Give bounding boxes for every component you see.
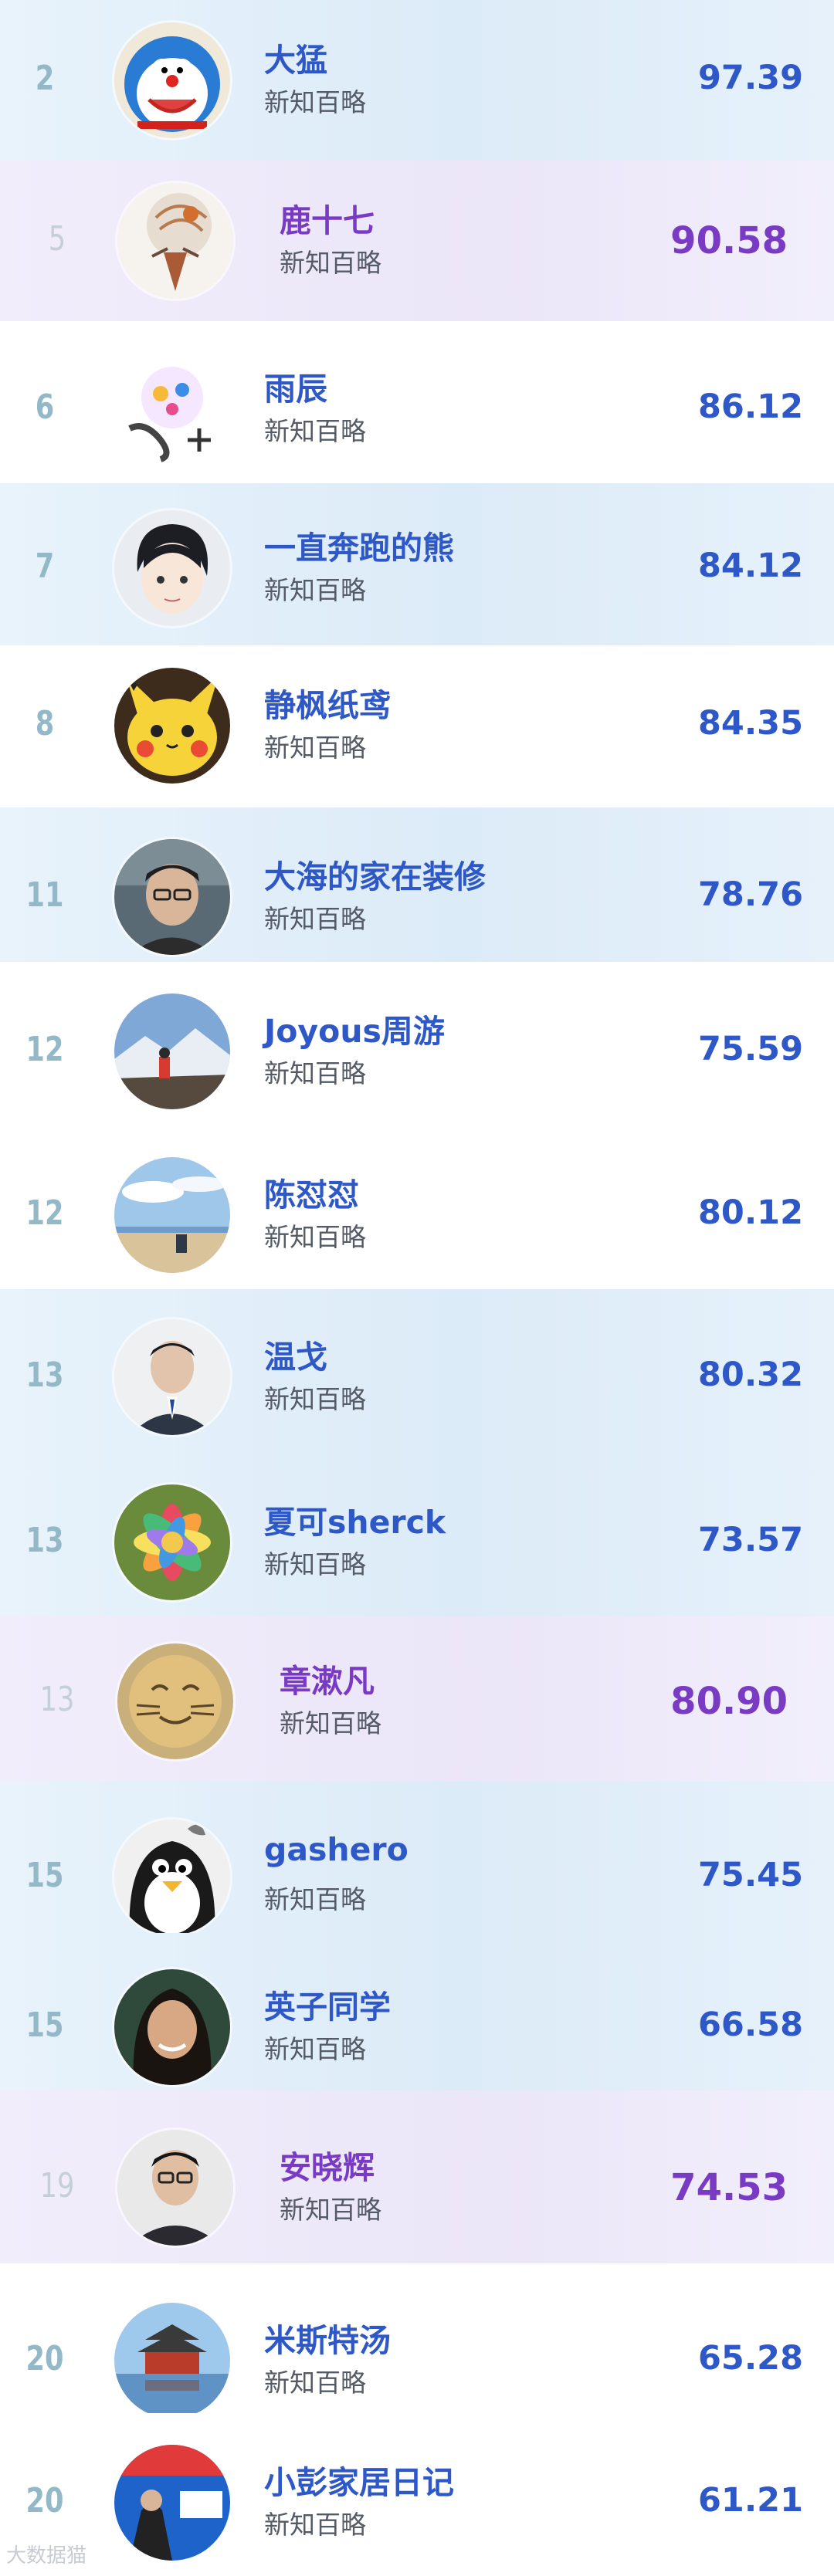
user-name[interactable]: 夏可sherck: [264, 1496, 446, 1542]
penguin-avatar[interactable]: [114, 1819, 230, 1935]
rank-number: 13: [25, 1356, 64, 1395]
beach-sky-avatar[interactable]: [114, 1157, 230, 1273]
zhihu-booth-avatar[interactable]: [114, 2445, 230, 2561]
user-score: 75.59: [697, 1030, 803, 1068]
user-score: 80.12: [697, 1193, 803, 1232]
user-name[interactable]: 章漱凡: [280, 1655, 375, 1701]
rank-number: 15: [25, 1856, 64, 1895]
rank-number: 20: [25, 2339, 64, 2378]
user-subtitle: 新知百略: [264, 1384, 366, 1414]
rank-number: 20: [25, 2481, 64, 2520]
user-subtitle: 新知百略: [264, 575, 366, 605]
user-subtitle: 新知百略: [264, 1058, 366, 1088]
ranking-row[interactable]: 12 陈怼怼新知百略 80.12: [0, 1126, 834, 1289]
user-score: 75.45: [697, 1856, 803, 1894]
ranking-row[interactable]: 2 大猛新知百略 97.39: [0, 0, 834, 161]
ranking-row[interactable]: 7 一直奔跑的熊新知百略 84.12: [0, 483, 834, 645]
rank-number: 13: [25, 1521, 64, 1560]
man-glasses-avatar[interactable]: [114, 839, 230, 955]
user-subtitle: 新知百略: [264, 87, 366, 117]
user-name[interactable]: 鹿十七: [280, 195, 375, 241]
user-subtitle: 新知百略: [264, 1222, 366, 1252]
rank-number: 2: [35, 59, 55, 98]
rank-number: 6: [35, 388, 55, 427]
ranking-row[interactable]: 11 大海的家在装修新知百略 78.76: [0, 807, 834, 962]
watermark: 大数据猫: [6, 2544, 87, 2568]
man-portrait-avatar[interactable]: [117, 2130, 233, 2246]
user-score: 66.58: [697, 2006, 803, 2044]
ranking-row[interactable]: 13 夏可sherck 新知百略 73.57: [0, 1453, 834, 1616]
user-score: 86.12: [697, 388, 803, 426]
anime-boy-avatar[interactable]: [114, 510, 230, 626]
rank-number: 7: [35, 547, 55, 586]
user-score: 80.32: [697, 1356, 803, 1394]
user-subtitle: 新知百略: [280, 2195, 381, 2225]
user-name[interactable]: 温戈: [264, 1331, 327, 1377]
user-score: 65.28: [697, 2339, 803, 2378]
ranking-row[interactable]: 20 小彭家居日记新知百略 61.21: [0, 2413, 834, 2576]
user-name[interactable]: 安晓辉: [280, 2141, 375, 2188]
rank-number: 12: [25, 1193, 64, 1233]
user-score: 73.57: [697, 1521, 803, 1559]
user-subtitle: 新知百略: [264, 2034, 366, 2064]
ranking-row[interactable]: 13 章漱凡新知百略 80.90: [0, 1616, 834, 1782]
user-subtitle: 新知百略: [280, 248, 381, 278]
ranking-row[interactable]: 5 鹿十七新知百略 90.58: [0, 161, 834, 321]
user-name[interactable]: 大猛: [264, 34, 327, 80]
user-name[interactable]: 米斯特汤: [264, 2314, 391, 2361]
user-name[interactable]: 雨辰: [264, 363, 327, 409]
user-name[interactable]: Joyous周游: [264, 1005, 445, 1051]
user-name[interactable]: 陈怼怼: [264, 1169, 359, 1215]
pikachu-avatar[interactable]: [114, 668, 230, 784]
user-score: 61.21: [697, 2481, 803, 2520]
rainbow-flower-avatar[interactable]: [114, 1484, 230, 1600]
user-score: 90.58: [670, 219, 788, 262]
user-subtitle: 新知百略: [280, 1708, 381, 1738]
deer-art-avatar[interactable]: [117, 183, 233, 299]
user-score: 84.35: [697, 704, 803, 743]
rank-number: 11: [25, 875, 64, 915]
user-subtitle: 新知百略: [264, 1884, 366, 1914]
ranking-row[interactable]: 6 雨辰新知百略 86.12: [0, 321, 834, 483]
ranking-row[interactable]: 8 静枫纸鸢新知百略 84.35: [0, 645, 834, 807]
user-score: 78.76: [697, 875, 803, 914]
user-name[interactable]: 大海的家在装修: [264, 851, 486, 897]
user-score: 80.90: [670, 1680, 788, 1723]
rank-number: 13: [39, 1680, 75, 1719]
ranking-list: 2 大猛 新知百略 97.39 5 鹿十七 新知百略 90.58 6 雨辰 新知百略 86.12 7 一直…: [0, 0, 834, 2576]
user-subtitle: 新知百略: [264, 1549, 366, 1579]
user-name[interactable]: 英子同学: [264, 1981, 391, 2027]
ranking-row[interactable]: 15 gashero 新知百略 75.45: [0, 1782, 834, 1935]
cartoon-cat-avatar[interactable]: [114, 22, 230, 138]
ranking-row[interactable]: 15 英子同学新知百略 66.58: [0, 1933, 834, 2090]
graffiti-avatar[interactable]: [114, 351, 230, 467]
woman-smile-avatar[interactable]: [114, 1969, 230, 2085]
ranking-row[interactable]: 13 温戈新知百略 80.32: [0, 1289, 834, 1453]
user-score: 97.39: [697, 59, 803, 97]
user-subtitle: 新知百略: [264, 416, 366, 446]
user-subtitle: 新知百略: [264, 904, 366, 934]
user-subtitle: 新知百略: [264, 2368, 366, 2398]
rank-number: 5: [48, 219, 66, 259]
user-name[interactable]: 小彭家居日记: [264, 2456, 454, 2503]
rank-number: 12: [25, 1030, 64, 1069]
user-name[interactable]: gashero: [264, 1831, 409, 1868]
mountain-hiker-avatar[interactable]: [114, 994, 230, 1109]
rank-number: 8: [35, 704, 55, 743]
user-subtitle: 新知百略: [264, 733, 366, 763]
rank-number: 15: [25, 2006, 64, 2045]
ranking-row[interactable]: 12 Joyous周游新知百略 75.59: [0, 962, 834, 1126]
ranking-row[interactable]: 19 安晓辉新知百略 74.53: [0, 2090, 834, 2263]
user-subtitle: 新知百略: [264, 2510, 366, 2540]
ranking-row[interactable]: 20 米斯特汤新知百略 65.28: [0, 2263, 834, 2419]
rank-number: 19: [39, 2166, 75, 2205]
pavilion-lake-avatar[interactable]: [114, 2303, 230, 2419]
man-suit-avatar[interactable]: [114, 1319, 230, 1435]
user-score: 84.12: [697, 547, 803, 585]
cat-face-avatar[interactable]: [117, 1643, 233, 1759]
user-score: 74.53: [670, 2166, 788, 2209]
user-name[interactable]: 一直奔跑的熊: [264, 522, 454, 568]
user-name[interactable]: 静枫纸鸢: [264, 679, 391, 726]
